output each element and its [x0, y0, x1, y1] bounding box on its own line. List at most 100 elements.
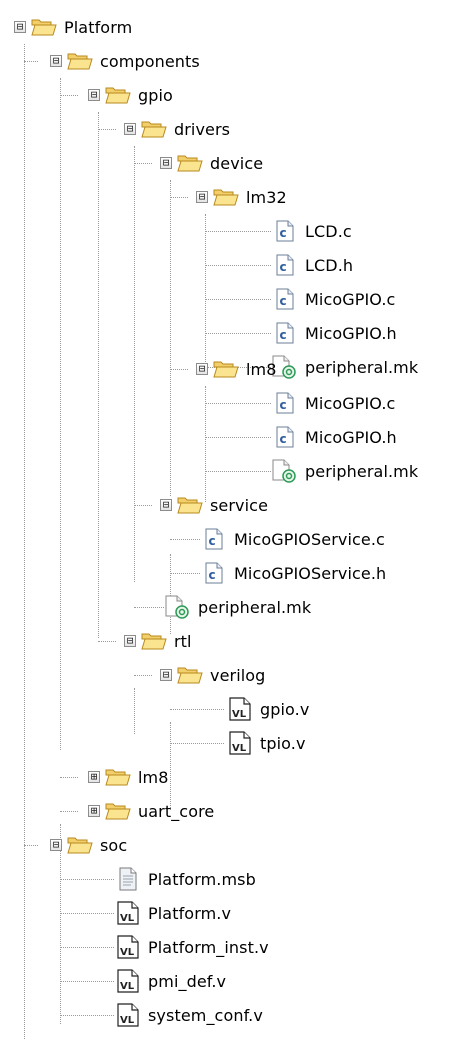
node-label: Platform.msb: [148, 869, 256, 889]
tree-file-peripheral-mk[interactable]: peripheral.mk: [271, 350, 418, 384]
expand-toggle[interactable]: ⊞: [88, 771, 100, 783]
tree-file-micogpioservice-c[interactable]: c MicoGPIOService.c: [200, 522, 385, 556]
node-label: drivers: [174, 119, 231, 139]
node-label: MicoGPIO.h: [305, 427, 397, 447]
tree-file-platform-msb[interactable]: Platform.msb: [114, 862, 256, 896]
c-header-icon: c: [271, 320, 299, 346]
svg-text:c: c: [209, 568, 216, 582]
collapse-toggle[interactable]: ⊟: [50, 55, 62, 67]
tree-node-device-lm8[interactable]: ⊟ lm8: [196, 352, 277, 386]
tree-node-lm32[interactable]: ⊟ lm32: [196, 180, 287, 214]
folder-icon: [30, 14, 58, 40]
tree-file-pmi-def-v[interactable]: VL pmi_def.v: [114, 964, 226, 998]
tree-file-micogpio-h[interactable]: c MicoGPIO.h: [271, 316, 397, 350]
collapse-toggle[interactable]: ⊟: [160, 499, 172, 511]
node-label: tpio.v: [260, 733, 306, 753]
verilog-icon: VL: [114, 1002, 142, 1028]
svg-text:VL: VL: [120, 947, 135, 958]
svg-text:VL: VL: [232, 709, 247, 720]
node-label: MicoGPIOService.c: [234, 529, 385, 549]
svg-text:VL: VL: [120, 913, 135, 924]
folder-icon: [140, 628, 168, 654]
verilog-icon: VL: [226, 696, 254, 722]
tree-file-system-conf-v[interactable]: VL system_conf.v: [114, 998, 263, 1032]
folder-icon: [66, 832, 94, 858]
tree-node-rtl[interactable]: ⊟ rtl: [124, 624, 192, 658]
node-label: lm8: [246, 359, 277, 379]
svg-text:c: c: [280, 260, 287, 274]
expand-toggle[interactable]: ⊞: [88, 805, 100, 817]
tree-node-platform[interactable]: ⊟ Platform: [14, 10, 132, 44]
svg-text:c: c: [280, 226, 287, 240]
svg-text:c: c: [209, 534, 216, 548]
collapse-toggle[interactable]: ⊟: [124, 123, 136, 135]
tree-file-drivers-peripheral-mk[interactable]: peripheral.mk: [164, 590, 311, 624]
collapse-toggle[interactable]: ⊟: [160, 157, 172, 169]
tree-node-uart-core[interactable]: ⊞ uart_core: [88, 794, 214, 828]
svg-text:VL: VL: [120, 1015, 135, 1026]
tree-node-drivers[interactable]: ⊟ drivers: [124, 112, 230, 146]
c-source-icon: c: [200, 526, 228, 552]
tree-node-components-lm8[interactable]: ⊞ lm8: [88, 760, 169, 794]
verilog-icon: VL: [114, 900, 142, 926]
c-header-icon: c: [200, 560, 228, 586]
node-label: LCD.c: [305, 221, 352, 241]
collapse-toggle[interactable]: ⊟: [160, 669, 172, 681]
tree-file-platform-v[interactable]: VL Platform.v: [114, 896, 231, 930]
node-label: device: [210, 153, 264, 173]
svg-text:c: c: [280, 328, 287, 342]
node-label: gpio: [138, 85, 173, 105]
tree-file-lcd-c[interactable]: c LCD.c: [271, 214, 352, 248]
node-label: pmi_def.v: [148, 971, 227, 991]
tree-file-lcd-h[interactable]: c LCD.h: [271, 248, 353, 282]
node-label: MicoGPIOService.h: [234, 563, 387, 583]
svg-text:c: c: [280, 398, 287, 412]
node-label: lm8: [138, 767, 169, 787]
tree-file-lm8-peripheral-mk[interactable]: peripheral.mk: [271, 454, 418, 488]
folder-icon: [176, 150, 204, 176]
node-label: MicoGPIO.c: [305, 289, 396, 309]
folder-icon: [66, 48, 94, 74]
tree-node-components[interactable]: ⊟ components: [50, 44, 200, 78]
verilog-icon: VL: [114, 934, 142, 960]
collapse-toggle[interactable]: ⊟: [124, 635, 136, 647]
node-label: lm32: [246, 187, 287, 207]
tree-node-soc[interactable]: ⊟ soc: [50, 828, 127, 862]
c-source-icon: c: [271, 390, 299, 416]
svg-text:c: c: [280, 294, 287, 308]
node-label: Platform: [64, 17, 133, 37]
tree-node-service[interactable]: ⊟ service: [160, 488, 268, 522]
node-label: Platform_inst.v: [148, 937, 269, 957]
collapse-toggle[interactable]: ⊟: [50, 839, 62, 851]
tree-file-platform-inst-v[interactable]: VL Platform_inst.v: [114, 930, 269, 964]
tree-file-gpio-v[interactable]: VL gpio.v: [226, 692, 309, 726]
node-label: uart_core: [138, 801, 215, 821]
collapse-toggle[interactable]: ⊟: [196, 363, 208, 375]
tree-node-verilog[interactable]: ⊟ verilog: [160, 658, 265, 692]
tree-node-gpio[interactable]: ⊟ gpio: [88, 78, 173, 112]
collapse-toggle[interactable]: ⊟: [196, 191, 208, 203]
c-source-icon: c: [271, 218, 299, 244]
tree-file-micogpioservice-h[interactable]: c MicoGPIOService.h: [200, 556, 386, 590]
svg-text:c: c: [280, 432, 287, 446]
folder-icon: [212, 184, 240, 210]
node-label: system_conf.v: [148, 1005, 263, 1025]
tree-file-lm8-micogpio-c[interactable]: c MicoGPIO.c: [271, 386, 395, 420]
tree-file-tpio-v[interactable]: VL tpio.v: [226, 726, 306, 760]
collapse-toggle[interactable]: ⊟: [14, 21, 26, 33]
node-label: LCD.h: [305, 255, 354, 275]
makefile-icon: [164, 594, 192, 620]
folder-icon: [104, 82, 132, 108]
document-icon: [114, 866, 142, 892]
c-header-icon: c: [271, 424, 299, 450]
tree-file-lm8-micogpio-h[interactable]: c MicoGPIO.h: [271, 420, 397, 454]
folder-icon: [140, 116, 168, 142]
collapse-toggle[interactable]: ⊟: [88, 89, 100, 101]
tree-node-device[interactable]: ⊟ device: [160, 146, 263, 180]
node-label: soc: [100, 835, 128, 855]
node-label: MicoGPIO.h: [305, 323, 397, 343]
c-header-icon: c: [271, 252, 299, 278]
node-label: service: [210, 495, 269, 515]
node-label: Platform.v: [148, 903, 232, 923]
tree-file-micogpio-c[interactable]: c MicoGPIO.c: [271, 282, 395, 316]
